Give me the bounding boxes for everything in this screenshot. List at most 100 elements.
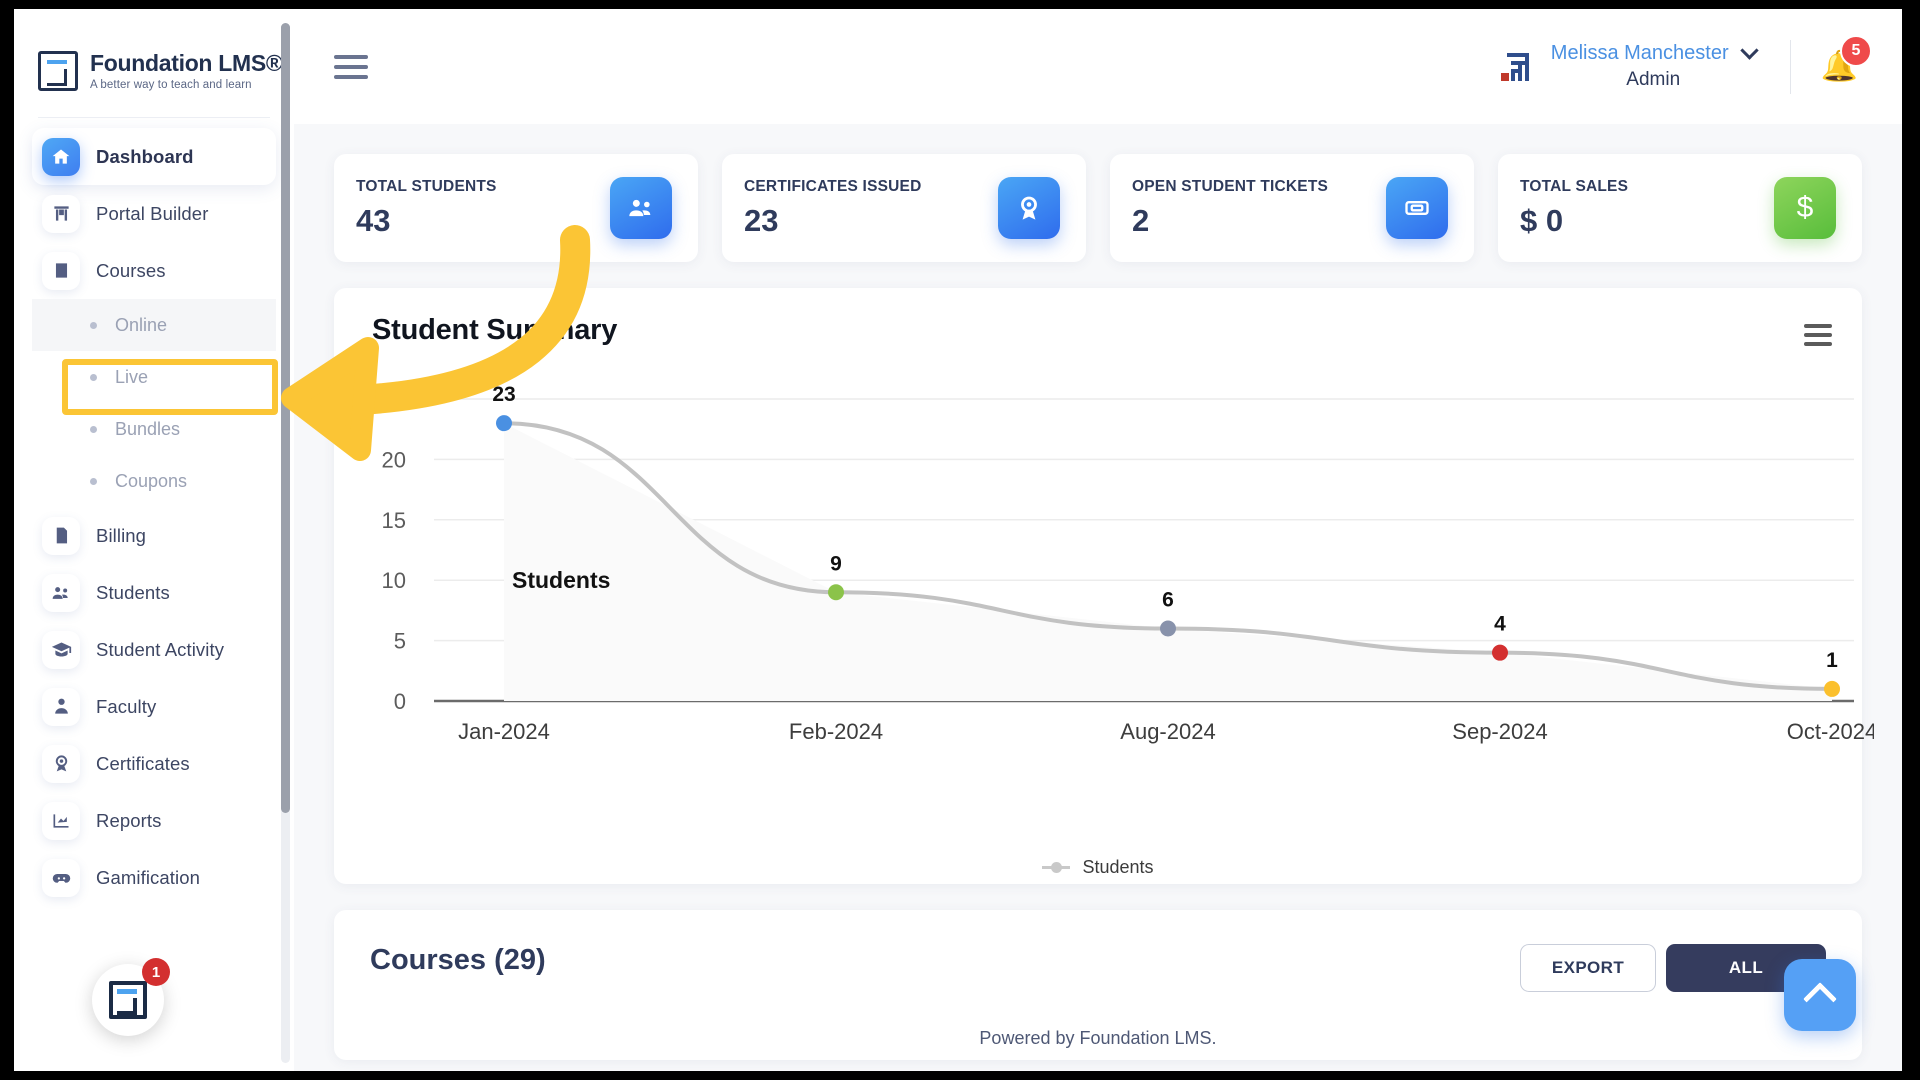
sidebar-item-dashboard[interactable]: Dashboard [32, 128, 276, 185]
svg-text:15: 15 [382, 508, 406, 533]
sidebar-item-label: Billing [96, 524, 147, 546]
floating-widget-badge: 1 [142, 958, 170, 986]
sidebar-item-gamification[interactable]: Gamification [32, 849, 276, 906]
chevron-down-icon[interactable] [1739, 41, 1759, 60]
graduation-cap-icon [42, 630, 80, 669]
footer-text: Powered by Foundation LMS. [979, 1028, 1217, 1048]
notifications-button[interactable]: 🔔 5 [1821, 34, 1872, 82]
stat-label: CERTIFICATES ISSUED [744, 177, 922, 195]
award-icon [42, 744, 80, 783]
award-icon [998, 177, 1060, 239]
foundation-lms-logo-icon [109, 981, 147, 1019]
sidebar: Foundation LMS® A better way to teach an… [14, 9, 294, 1071]
people-icon [42, 573, 80, 612]
ticket-icon [1386, 177, 1448, 239]
sidebar-item-label: Student Activity [96, 638, 225, 660]
notification-badge: 5 [1840, 34, 1872, 67]
stat-value: 23 [744, 202, 779, 238]
stat-value: $ 0 [1520, 202, 1564, 238]
sidebar-item-label: Certificates [96, 752, 190, 774]
sidebar-divider [38, 117, 270, 118]
sidebar-item-students[interactable]: Students [32, 564, 276, 621]
hamburger-icon[interactable] [334, 54, 368, 79]
sidebar-subitem-label: Live [115, 366, 149, 387]
bullet-icon [90, 321, 97, 329]
stat-label: TOTAL STUDENTS [356, 177, 497, 195]
sidebar-nav: Dashboard Portal Builder Courses Online [14, 128, 294, 906]
user-name: Melissa Manchester [1550, 42, 1729, 64]
svg-text:Students: Students [512, 567, 610, 593]
content-area: TOTAL STUDENTS 43 CERTIFICATES ISSUED 23 [294, 124, 1902, 1060]
sidebar-item-courses[interactable]: Courses [32, 242, 276, 299]
sidebar-item-label: Portal Builder [96, 202, 209, 224]
chart-menu-icon[interactable] [1804, 324, 1832, 346]
brand-tagline: A better way to teach and learn [90, 78, 252, 91]
svg-text:Jan-2024: Jan-2024 [458, 719, 550, 744]
company-mini-logo-icon [1500, 52, 1529, 81]
sidebar-subitem-bundles[interactable]: Bundles [32, 403, 276, 455]
courses-title: Courses (29) [370, 944, 546, 976]
sidebar-item-label: Students [96, 581, 170, 603]
stat-label: OPEN STUDENT TICKETS [1132, 177, 1329, 195]
sidebar-subitem-label: Coupons [115, 470, 188, 491]
gamepad-icon [42, 858, 80, 897]
brand-title: Foundation LMS® [90, 50, 283, 77]
svg-text:6: 6 [1162, 589, 1174, 612]
sidebar-scrollbar-thumb[interactable] [281, 23, 290, 813]
scroll-to-top-button[interactable] [1784, 959, 1856, 1031]
sidebar-subitem-label: Online [115, 314, 168, 335]
legend-label: Students [1082, 857, 1154, 877]
svg-text:Feb-2024: Feb-2024 [789, 719, 883, 744]
sidebar-subitem-live[interactable]: Live [32, 351, 276, 403]
sidebar-subitem-online[interactable]: Online [32, 299, 276, 351]
sidebar-item-label: Gamification [96, 866, 201, 888]
sidebar-item-label: Dashboard [96, 145, 194, 167]
user-menu[interactable]: Melissa Manchester Admin [1550, 41, 1759, 91]
stat-label: TOTAL SALES [1520, 177, 1629, 195]
svg-text:5: 5 [394, 629, 406, 654]
foundation-lms-logo-icon [38, 51, 78, 91]
stat-value: 43 [356, 202, 391, 238]
svg-text:25: 25 [382, 387, 406, 412]
stat-value: 2 [1132, 202, 1150, 238]
svg-text:Aug-2024: Aug-2024 [1120, 719, 1215, 744]
sidebar-item-billing[interactable]: Billing [32, 507, 276, 564]
sidebar-item-faculty[interactable]: Faculty [32, 678, 276, 735]
svg-text:Sep-2024: Sep-2024 [1452, 719, 1547, 744]
export-button[interactable]: EXPORT [1520, 944, 1656, 992]
chart-icon [42, 801, 80, 840]
svg-text:4: 4 [1494, 613, 1506, 636]
sidebar-item-reports[interactable]: Reports [32, 792, 276, 849]
brand-logo[interactable]: Foundation LMS® A better way to teach an… [14, 9, 294, 91]
floating-logo-widget[interactable]: 1 [92, 958, 170, 1036]
svg-text:9: 9 [830, 552, 842, 575]
sidebar-subitem-coupons[interactable]: Coupons [32, 455, 276, 507]
svg-text:1: 1 [1826, 649, 1838, 672]
sidebar-item-student-activity[interactable]: Student Activity [32, 621, 276, 678]
sidebar-item-portal-builder[interactable]: Portal Builder [32, 185, 276, 242]
page-title: Student Summary [372, 314, 618, 346]
main-content: Melissa Manchester Admin 🔔 5 TOTAL STUDE… [294, 9, 1902, 1071]
topbar-divider [1789, 39, 1791, 94]
people-icon [610, 177, 672, 239]
topbar: Melissa Manchester Admin 🔔 5 [294, 9, 1902, 124]
svg-text:Oct-2024: Oct-2024 [1787, 719, 1874, 744]
home-icon [42, 137, 80, 176]
invoice-icon [42, 516, 80, 555]
stat-card-total-sales[interactable]: TOTAL SALES $ 0 $ [1498, 154, 1862, 262]
stat-card-certificates-issued[interactable]: CERTIFICATES ISSUED 23 [722, 154, 1086, 262]
stat-card-total-students[interactable]: TOTAL STUDENTS 43 [334, 154, 698, 262]
svg-text:0: 0 [394, 689, 406, 714]
svg-text:23: 23 [492, 383, 515, 406]
student-summary-chart: 0 5 10 15 20 25 23 Jan-2024 9 Feb-2024 6 Aug-2024 4 S… [354, 361, 1874, 861]
chart-legend: Students [334, 857, 1862, 878]
faculty-icon [42, 687, 80, 726]
chevron-up-icon [1803, 982, 1837, 1016]
svg-text:10: 10 [382, 568, 406, 593]
sidebar-subitem-label: Bundles [115, 418, 181, 439]
sidebar-item-certificates[interactable]: Certificates [32, 735, 276, 792]
portal-icon [42, 194, 80, 233]
chart-svg: 0 5 10 15 20 25 23 Jan-2024 9 Feb-2024 6 Aug-2024 4 S… [382, 383, 1874, 744]
stat-card-open-student-tickets[interactable]: OPEN STUDENT TICKETS 2 [1110, 154, 1474, 262]
bullet-icon [90, 373, 97, 381]
